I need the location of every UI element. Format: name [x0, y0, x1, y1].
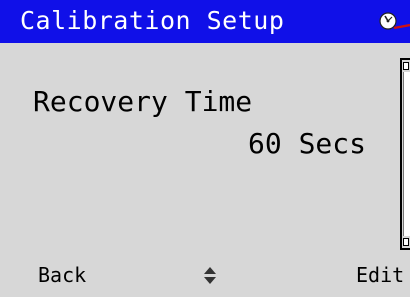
scrollbar[interactable]: [400, 58, 410, 250]
back-button[interactable]: Back: [38, 262, 86, 288]
scroll-up-cap[interactable]: [403, 62, 409, 70]
edit-button[interactable]: Edit: [356, 262, 404, 288]
gauge-icon: [376, 8, 410, 38]
scroll-down-cap[interactable]: [403, 238, 409, 246]
recovery-time-label: Recovery Time: [33, 85, 253, 118]
title-bar: Calibration Setup: [0, 0, 410, 43]
recovery-time-value[interactable]: 60 Secs: [248, 126, 366, 162]
up-down-arrows-icon[interactable]: [203, 263, 217, 287]
scroll-thumb[interactable]: [403, 72, 410, 236]
page-title: Calibration Setup: [20, 6, 285, 35]
